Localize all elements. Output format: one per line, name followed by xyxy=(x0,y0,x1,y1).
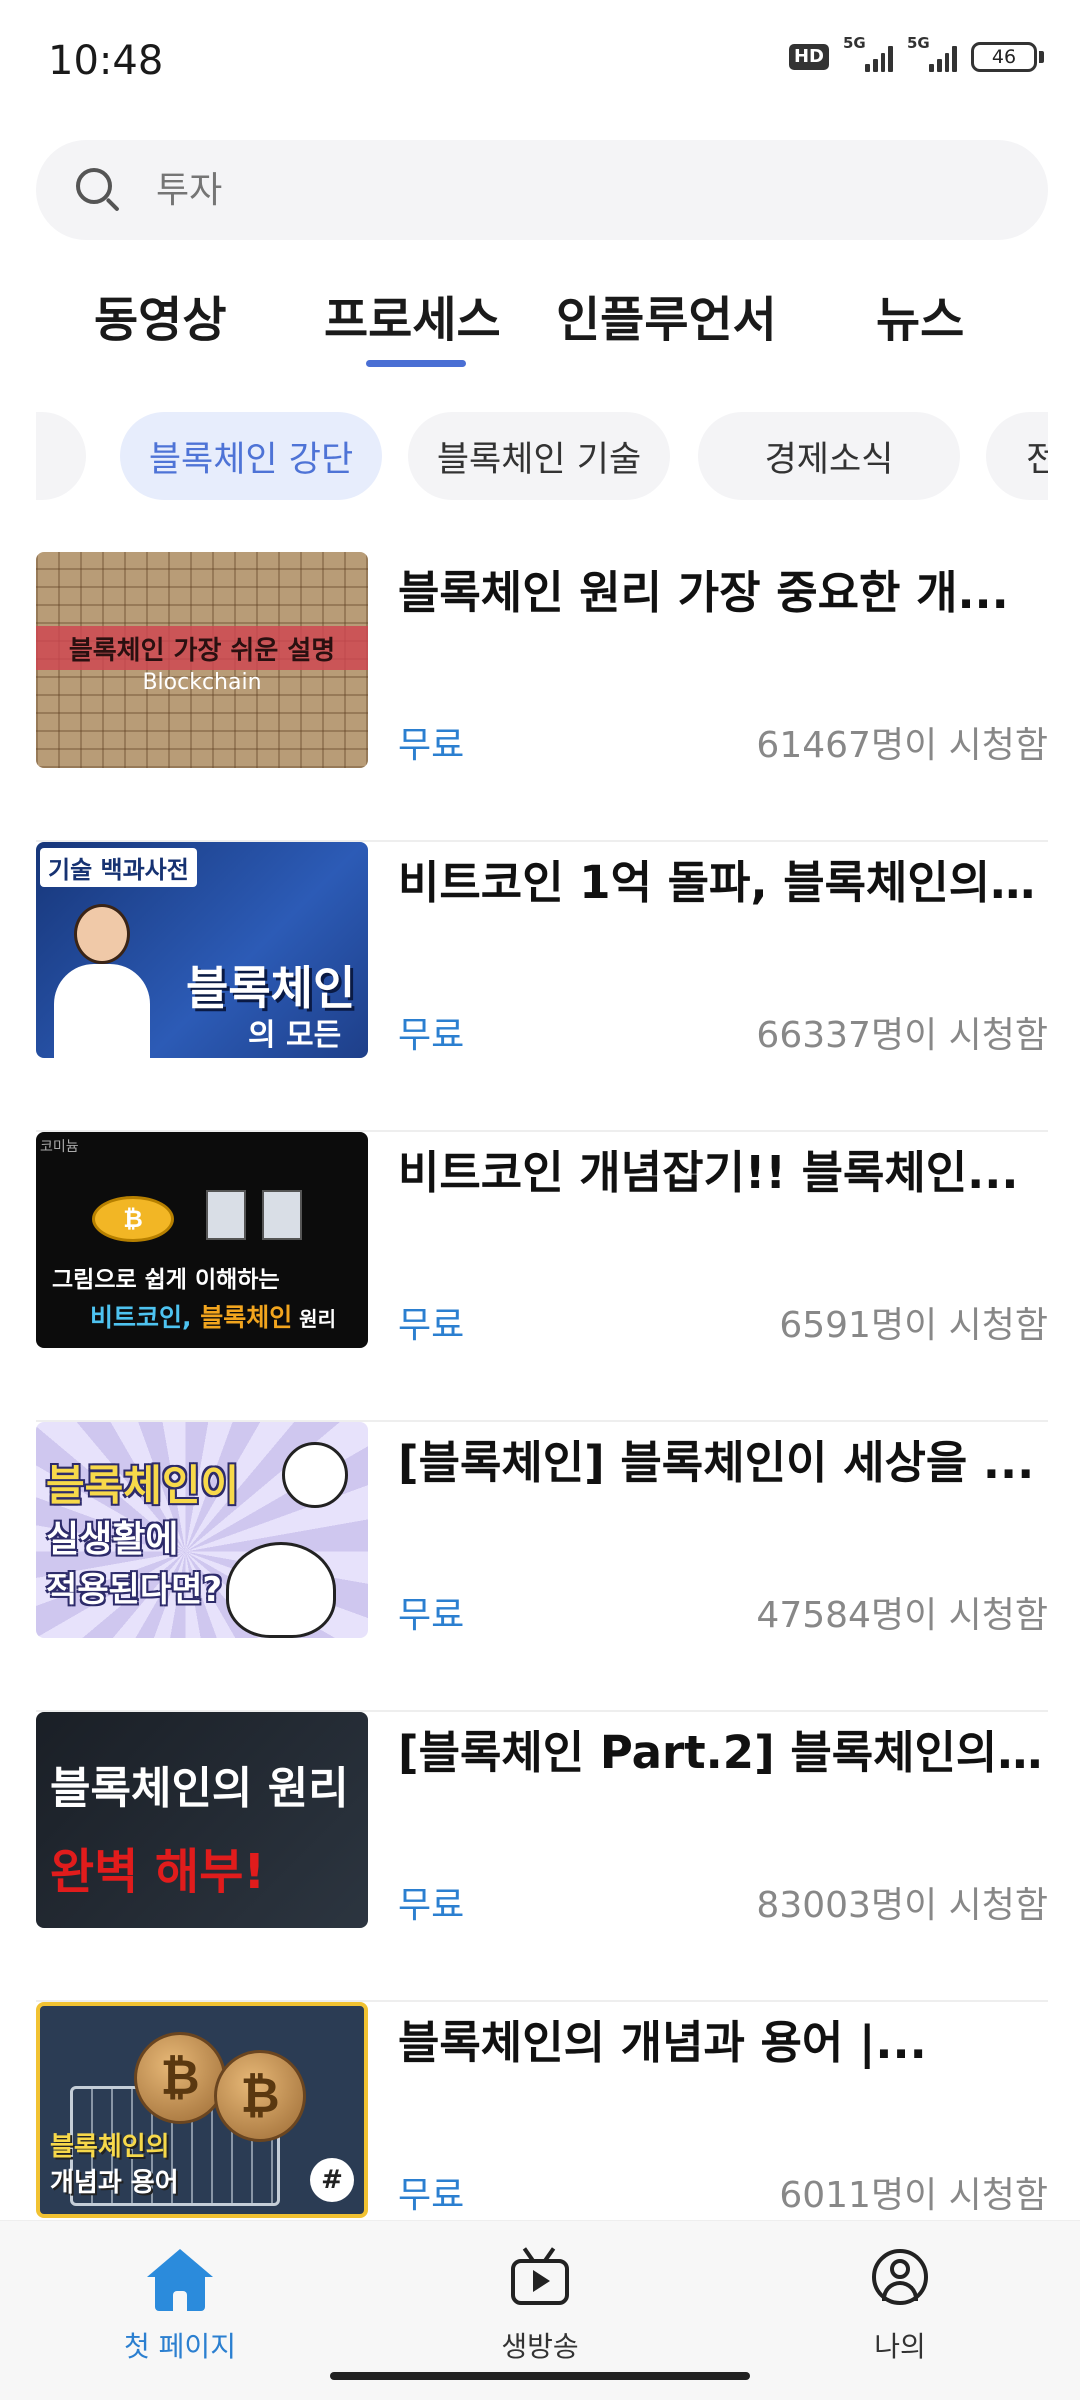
nav-profile-label: 나의 xyxy=(874,2330,926,2363)
thumbnail-subcaption: 완벽 해부! xyxy=(50,1844,266,1900)
battery-icon: 46 xyxy=(971,42,1044,72)
price-label: 무료 xyxy=(398,1015,465,1056)
price-label: 무료 xyxy=(398,1885,465,1926)
view-count: 6011명이 시청함 xyxy=(779,2175,1048,2216)
nav-profile[interactable]: 나의 xyxy=(800,2231,1000,2371)
thumbnail-subcaption: 개념과 용어 xyxy=(50,2168,179,2198)
chip-partial-left[interactable] xyxy=(36,412,86,500)
hashtag-icon: # xyxy=(310,2158,354,2202)
nav-home[interactable]: 첫 페이지 xyxy=(80,2231,280,2371)
view-count: 83003명이 시청함 xyxy=(756,1885,1048,1926)
signal-icon: 5G xyxy=(843,34,893,72)
bear-illustration xyxy=(226,1542,336,1638)
view-count: 61467명이 시청함 xyxy=(756,725,1048,766)
topic-chips: 블록체인 강단 블록체인 기술 경제소식 전 xyxy=(36,412,1048,504)
video-item[interactable]: 블록체인 가장 쉬운 설명 Blockchain 블록체인 원리 가장 중요한 … xyxy=(36,552,1048,842)
signal-label: 5G xyxy=(843,34,866,52)
tab-news[interactable]: 뉴스 xyxy=(876,280,964,350)
active-tab-indicator xyxy=(366,360,466,367)
video-item[interactable]: 기술 백과사전 블록체인 의 모든 것 비트코인 1억 돌파, 블록체인의 ..… xyxy=(36,842,1048,1132)
chip-economy-news[interactable]: 경제소식 xyxy=(698,412,960,500)
status-time: 10:48 xyxy=(48,38,164,84)
price-label: 무료 xyxy=(398,1595,465,1636)
bitcoin-icon: ₿ xyxy=(134,2032,226,2124)
thumbnail-caption: 블록체인의 xyxy=(50,2132,170,2162)
chip-blockchain-tech[interactable]: 블록체인 기술 xyxy=(408,412,670,500)
price-label: 무료 xyxy=(398,1305,465,1346)
video-thumbnail[interactable]: 코미늄 ₿ 그림으로 쉽게 이해하는 비트코인, 블록체인 원리 xyxy=(36,1132,368,1348)
search-icon xyxy=(74,166,122,214)
home-indicator[interactable] xyxy=(330,2372,750,2380)
video-item[interactable]: 블록체인이 실생활에 적용된다면? [블록체인] 블록체인이 세상을 ... 무… xyxy=(36,1422,1048,1712)
thumbnail-subcaption: 비트코인, 블록체인 원리 xyxy=(90,1303,336,1332)
status-icons: HD 5G 5G 46 xyxy=(788,34,1044,72)
thumbnail-subcaption: Blockchain xyxy=(142,670,262,695)
thumbnail-channel: 코미늄 xyxy=(40,1139,79,1155)
profile-icon xyxy=(865,2245,935,2315)
tab-process[interactable]: 프로세스 xyxy=(324,280,501,350)
nav-home-label: 첫 페이지 xyxy=(124,2330,236,2363)
tab-videos[interactable]: 동영상 xyxy=(94,280,226,350)
video-thumbnail[interactable]: 블록체인이 실생활에 적용된다면? xyxy=(36,1422,368,1638)
price-label: 무료 xyxy=(398,2175,465,2216)
chip-partial-right[interactable]: 전 xyxy=(986,412,1048,500)
thumbnail-caption: 그림으로 쉽게 이해하는 xyxy=(52,1267,280,1293)
view-count: 66337명이 시청함 xyxy=(756,1015,1048,1056)
live-tv-icon xyxy=(505,2245,575,2315)
tab-influencer[interactable]: 인플루언서 xyxy=(556,280,777,350)
video-thumbnail[interactable]: 블록체인의 원리 완벽 해부! xyxy=(36,1712,368,1928)
thumbnail-caption-3: 적용된다면? xyxy=(46,1570,223,1610)
video-title[interactable]: 비트코인 개념잡기!! 블록체인... xyxy=(398,1136,1048,1201)
thumbnail-caption: 블록체인이 xyxy=(46,1461,240,1510)
nav-live-label: 생방송 xyxy=(501,2330,579,2363)
video-title[interactable]: [블록체인 Part.2] 블록체인의 ... xyxy=(398,1716,1048,1781)
home-icon xyxy=(145,2245,215,2315)
price-label: 무료 xyxy=(398,725,465,766)
video-title[interactable]: 블록체인 원리 가장 중요한 개... xyxy=(398,556,1048,621)
video-item[interactable]: 코미늄 ₿ 그림으로 쉽게 이해하는 비트코인, 블록체인 원리 비트코인 개념… xyxy=(36,1132,1048,1422)
status-bar: 10:48 HD 5G 5G 46 xyxy=(0,0,1080,128)
bitcoin-icon: ₿ xyxy=(92,1196,174,1242)
video-list: 블록체인 가장 쉬운 설명 Blockchain 블록체인 원리 가장 중요한 … xyxy=(36,552,1048,2292)
category-tabs: 동영상 프로세스 인플루언서 뉴스 xyxy=(0,280,1080,370)
battery-level: 46 xyxy=(971,42,1037,72)
signal-icon-2: 5G xyxy=(907,34,957,72)
presenter-illustration xyxy=(54,904,150,1058)
thumbnail-tag: 기술 백과사전 xyxy=(40,848,197,887)
video-title[interactable]: [블록체인] 블록체인이 세상을 ... xyxy=(398,1426,1048,1491)
video-thumbnail[interactable]: 기술 백과사전 블록체인 의 모든 것 xyxy=(36,842,368,1058)
search-bar[interactable] xyxy=(36,140,1048,240)
block-icon xyxy=(262,1190,302,1240)
thumbnail-caption: 블록체인 xyxy=(186,961,356,1015)
search-input[interactable] xyxy=(156,169,956,211)
building-illustration xyxy=(282,1442,348,1508)
block-icon xyxy=(206,1190,246,1240)
chip-blockchain-lecture[interactable]: 블록체인 강단 xyxy=(120,412,382,500)
thumbnail-subcaption: 의 모든 것 xyxy=(248,1018,342,1053)
thumbnail-caption: 블록체인 가장 쉬운 설명 xyxy=(68,636,336,666)
video-title[interactable]: 블록체인의 개념과 용어 |... xyxy=(398,2006,1048,2071)
nav-live[interactable]: 생방송 xyxy=(440,2231,640,2371)
bitcoin-icon: ₿ xyxy=(214,2050,306,2142)
video-title[interactable]: 비트코인 1억 돌파, 블록체인의 ... xyxy=(398,846,1048,911)
video-item[interactable]: 블록체인의 원리 완벽 해부! [블록체인 Part.2] 블록체인의 ... … xyxy=(36,1712,1048,2002)
view-count: 6591명이 시청함 xyxy=(779,1305,1048,1346)
hd-voice-icon: HD xyxy=(788,44,829,70)
signal-label-2: 5G xyxy=(907,34,930,52)
thumbnail-caption-2: 실생활에 xyxy=(46,1519,179,1560)
video-thumbnail[interactable]: 블록체인 가장 쉬운 설명 Blockchain xyxy=(36,552,368,768)
video-thumbnail[interactable]: ₿ ₿ 블록체인의 개념과 용어 # xyxy=(36,2002,368,2218)
view-count: 47584명이 시청함 xyxy=(756,1595,1048,1636)
thumbnail-caption: 블록체인의 원리 xyxy=(50,1763,349,1814)
